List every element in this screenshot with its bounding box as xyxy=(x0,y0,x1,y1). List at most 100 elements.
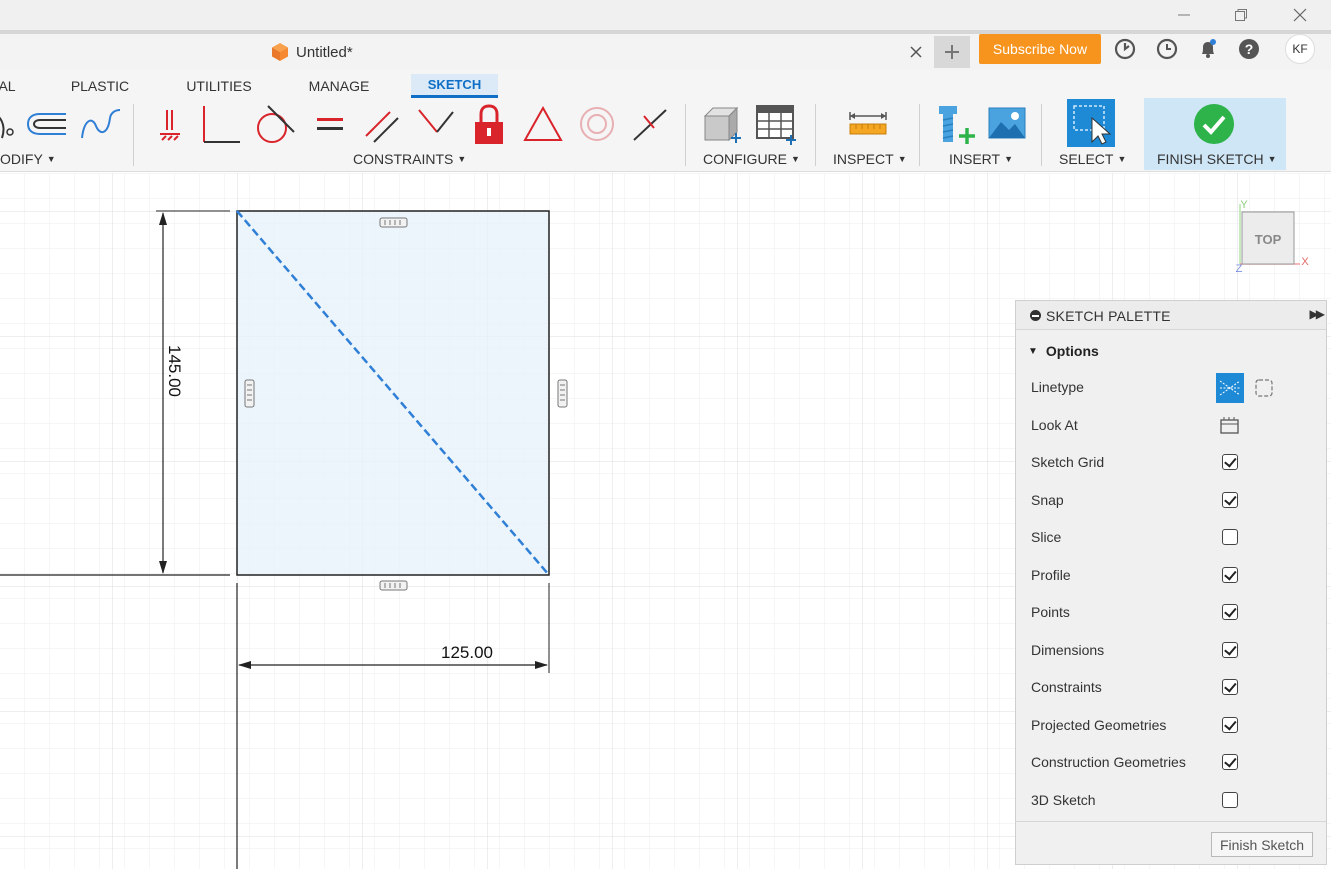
configure-tool-button[interactable] xyxy=(699,102,743,146)
spline-tool-button[interactable] xyxy=(78,102,122,146)
user-avatar[interactable]: KF xyxy=(1285,34,1315,64)
tab-utilities[interactable]: UTILITIES xyxy=(185,74,253,98)
dimensions-checkbox[interactable] xyxy=(1222,642,1238,658)
parallel-constraint-button[interactable] xyxy=(360,102,404,146)
axis-z-label: Z xyxy=(1236,263,1243,275)
snap-checkbox[interactable] xyxy=(1222,492,1238,508)
view-cube-face-label[interactable]: TOP xyxy=(1255,232,1282,247)
construction-linetype-button[interactable] xyxy=(1216,373,1244,403)
midpoint-constraint-button[interactable] xyxy=(628,102,672,146)
select-label-text: SELECT xyxy=(1059,151,1114,167)
slice-checkbox[interactable] xyxy=(1222,529,1238,545)
window-title-bar xyxy=(0,0,1331,30)
tab-manage[interactable]: MANAGE xyxy=(308,74,370,98)
tab-plastic[interactable]: PLASTIC xyxy=(68,74,132,98)
tab-al[interactable]: AL xyxy=(0,74,16,98)
finish-sketch-palette-button[interactable]: Finish Sketch xyxy=(1211,832,1313,857)
job-status-button[interactable] xyxy=(1112,36,1138,62)
sketch-grid-checkbox[interactable] xyxy=(1222,454,1238,470)
document-tab[interactable]: Untitled* xyxy=(0,34,930,70)
horizontal-dimension-value[interactable]: 125.00 xyxy=(441,643,493,662)
option-row-sketch-grid[interactable]: Sketch Grid xyxy=(1031,448,1321,478)
look-at-button[interactable] xyxy=(1219,415,1241,435)
fix-constraint-button[interactable] xyxy=(148,102,192,146)
close-window-button[interactable] xyxy=(1280,3,1320,27)
caret-down-icon: ▼ xyxy=(457,154,467,164)
option-row-slice[interactable]: Slice xyxy=(1031,523,1321,553)
clock-icon xyxy=(1156,38,1178,60)
tangent-constraint-button[interactable] xyxy=(252,102,296,146)
tangent-icon xyxy=(257,105,295,143)
vertical-dimension-value[interactable]: 145.00 xyxy=(165,345,184,397)
collapse-icon[interactable] xyxy=(1030,310,1041,321)
option-label: Profile xyxy=(1031,567,1071,583)
option-label: Points xyxy=(1031,604,1070,620)
svg-text:?: ? xyxy=(1245,41,1254,57)
restore-button[interactable] xyxy=(1221,3,1261,27)
projected-geometries-checkbox[interactable] xyxy=(1222,717,1238,733)
insert-label-text: INSERT xyxy=(949,151,1001,167)
equal-constraint-button[interactable] xyxy=(307,102,351,146)
insert-group-label[interactable]: INSERT ▼ xyxy=(949,151,1013,167)
history-button[interactable] xyxy=(1154,36,1180,62)
select-tool-button[interactable] xyxy=(1066,98,1116,148)
palette-footer-divider xyxy=(1016,821,1326,822)
option-row-dimensions[interactable]: Dimensions xyxy=(1031,636,1321,666)
select-group-label[interactable]: SELECT ▼ xyxy=(1059,151,1126,167)
sketch-palette-header[interactable]: SKETCH PALETTE ▶▶ xyxy=(1016,301,1326,330)
midpoint-icon xyxy=(633,109,667,141)
triangle-down-icon: ▼ xyxy=(1028,345,1038,357)
centerline-linetype-button[interactable] xyxy=(1252,376,1276,400)
points-checkbox[interactable] xyxy=(1222,604,1238,620)
option-row-profile[interactable]: Profile xyxy=(1031,561,1321,591)
construction-line-icon xyxy=(1219,380,1241,396)
options-section-header[interactable]: ▼ Options xyxy=(1028,343,1099,359)
configure-group-label[interactable]: CONFIGURE ▼ xyxy=(703,151,800,167)
insert-canvas-button[interactable] xyxy=(985,102,1029,146)
inspect-group-label[interactable]: INSPECT ▼ xyxy=(833,151,907,167)
insert-mcmaster-button[interactable] xyxy=(933,102,977,146)
help-button[interactable]: ? xyxy=(1236,36,1262,62)
close-tab-button[interactable] xyxy=(906,42,926,62)
fillet-tool-button[interactable] xyxy=(0,102,26,146)
configure-table-button[interactable] xyxy=(754,102,798,146)
constraints-checkbox[interactable] xyxy=(1222,679,1238,695)
lock-icon xyxy=(475,104,503,144)
document-title: Untitled* xyxy=(296,43,353,61)
vertical-constraint-glyph-right[interactable] xyxy=(557,379,568,408)
horizontal-constraint-glyph-top[interactable] xyxy=(379,217,408,228)
vertical-constraint-glyph-left[interactable] xyxy=(244,379,255,408)
profile-checkbox[interactable] xyxy=(1222,567,1238,583)
perpendicular-lines-constraint-button[interactable] xyxy=(413,102,457,146)
view-cube[interactable]: TOP Y X Z xyxy=(1234,196,1314,276)
option-row-points[interactable]: Points xyxy=(1031,598,1321,628)
option-row-constraints[interactable]: Constraints xyxy=(1031,673,1321,703)
option-row-construction-geometries[interactable]: Construction Geometries xyxy=(1031,748,1321,778)
modify-group-label[interactable]: ODIFY ▼ xyxy=(0,151,56,167)
lock-constraint-button[interactable] xyxy=(467,102,511,146)
finish-sketch-group-label[interactable]: FINISH SKETCH ▼ xyxy=(1157,151,1277,167)
inspect-label-text: INSPECT xyxy=(833,151,894,167)
option-label: Dimensions xyxy=(1031,642,1105,658)
measure-tool-button[interactable] xyxy=(846,102,890,146)
option-row-snap[interactable]: Snap xyxy=(1031,486,1321,516)
horizontal-constraint-glyph-bottom[interactable] xyxy=(379,580,408,591)
notifications-button[interactable] xyxy=(1195,36,1221,62)
option-row-projected-geometries[interactable]: Projected Geometries xyxy=(1031,711,1321,741)
option-row-3d-sketch[interactable]: 3D Sketch xyxy=(1031,786,1321,816)
minimize-button[interactable] xyxy=(1164,3,1204,27)
concentric-constraint-button[interactable] xyxy=(575,102,619,146)
subscribe-button[interactable]: Subscribe Now xyxy=(979,34,1101,64)
symmetry-constraint-button[interactable] xyxy=(521,102,565,146)
sketch-palette-title: SKETCH PALETTE xyxy=(1046,308,1171,324)
3d-sketch-checkbox[interactable] xyxy=(1222,792,1238,808)
perpendicular-constraint-button[interactable] xyxy=(198,102,242,146)
offset-tool-button[interactable] xyxy=(24,102,68,146)
construction-geometries-checkbox[interactable] xyxy=(1222,754,1238,770)
tab-sketch[interactable]: SKETCH xyxy=(411,74,498,98)
new-tab-button[interactable] xyxy=(934,36,970,68)
constraints-group-label[interactable]: CONSTRAINTS ▼ xyxy=(353,151,466,167)
expand-panel-icon[interactable]: ▶▶ xyxy=(1310,307,1326,321)
option-label: Sketch Grid xyxy=(1031,454,1105,470)
finish-sketch-button[interactable] xyxy=(1192,102,1236,146)
